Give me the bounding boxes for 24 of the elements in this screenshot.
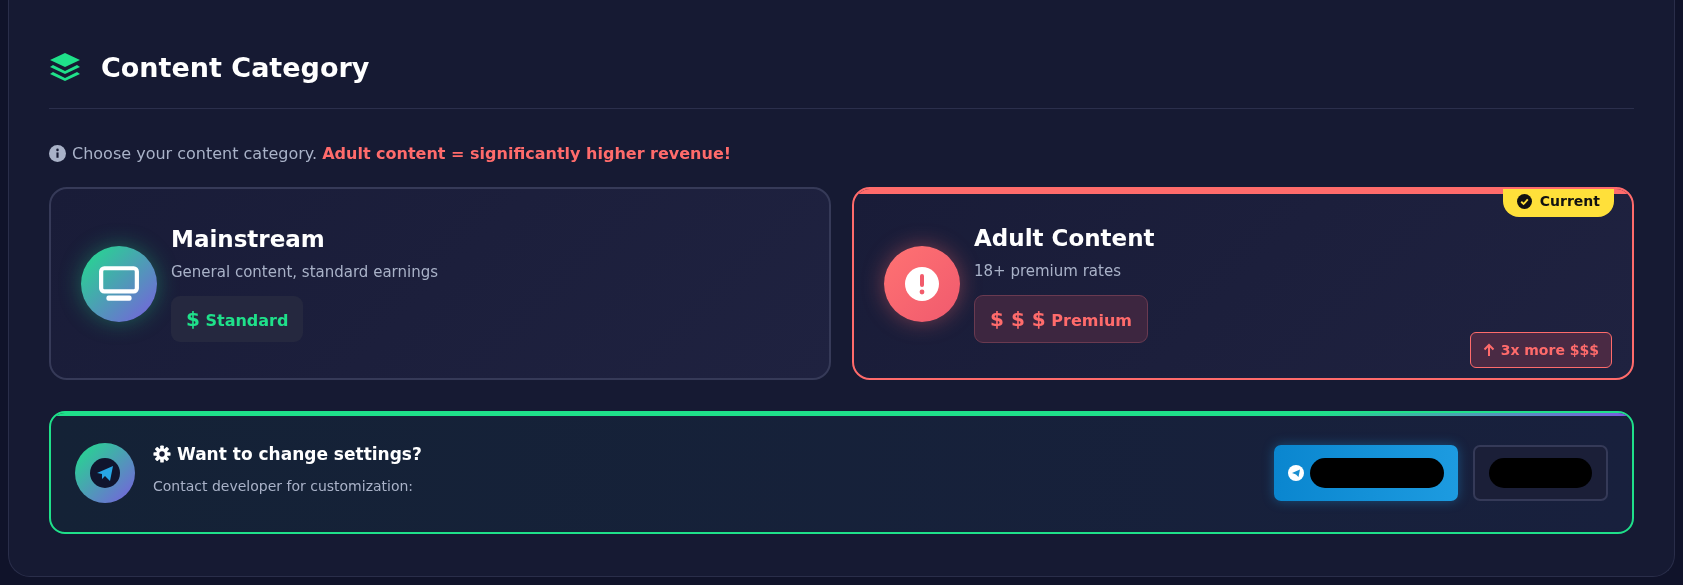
telegram-button[interactable] <box>1274 444 1458 501</box>
alert-icon <box>884 245 960 322</box>
info-text: Choose your content category. Adult content = significantly higher revenue! <box>72 144 732 163</box>
layers-icon <box>49 52 81 82</box>
telegram-icon <box>75 442 135 503</box>
telegram-icon <box>1288 464 1304 481</box>
gear-icon <box>153 444 171 463</box>
category-description: General content, standard earnings <box>171 262 438 281</box>
category-card[interactable]: Mainstream General content, standard earnings $ Standard <box>49 187 831 380</box>
contact-subtitle: Contact developer for customization: <box>153 477 415 494</box>
boost-tag: 3x more $$$ <box>1469 332 1612 368</box>
info-icon <box>49 145 66 162</box>
category-title: Adult Content <box>974 224 1155 251</box>
check-icon <box>1516 193 1532 209</box>
category-title: Mainstream <box>171 225 325 252</box>
section-title: Content Category <box>101 51 370 83</box>
category-card[interactable]: Adult Content 18+ premium rates $ $ $ Premium Current 3x more $$$ <box>852 187 1634 380</box>
earnings-tag: $ $ $ Premium <box>974 294 1148 343</box>
contact-title: Want to change settings? <box>177 443 422 464</box>
monitor-icon <box>81 245 157 322</box>
category-description: 18+ premium rates <box>974 261 1121 280</box>
earnings-tag: $ Standard <box>171 295 304 342</box>
current-badge: Current <box>1502 189 1614 217</box>
arrow-up-icon <box>1482 343 1495 357</box>
